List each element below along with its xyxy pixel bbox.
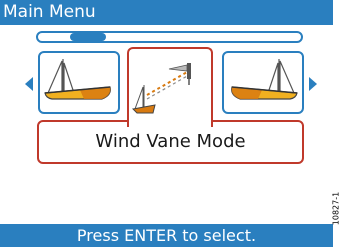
page-title: Main Menu bbox=[3, 2, 96, 22]
triangle-left-icon[interactable] bbox=[25, 77, 33, 91]
selected-item-label: Wind Vane Mode bbox=[95, 131, 246, 152]
status-bar: Press ENTER to select. bbox=[0, 224, 333, 247]
menu-scroll-thumb bbox=[70, 33, 106, 41]
menu-scroll-indicator bbox=[36, 31, 303, 43]
wind-vane-icon bbox=[131, 63, 191, 114]
figure-code: 10827-1 bbox=[331, 170, 339, 247]
device-screen: Main Menu Wind Vane Mode Press ENTER to … bbox=[0, 0, 333, 247]
triangle-right-icon[interactable] bbox=[309, 77, 317, 91]
status-hint: Press ENTER to select. bbox=[76, 226, 257, 245]
selection-connector bbox=[129, 119, 211, 123]
menu-item-previous[interactable] bbox=[38, 51, 120, 114]
figure-code-label: 10827-1 bbox=[331, 191, 339, 226]
boat-pointing-right-icon bbox=[231, 59, 298, 100]
title-bar: Main Menu bbox=[0, 0, 333, 25]
boat-pointing-left-icon bbox=[44, 59, 111, 100]
menu-item-selected[interactable] bbox=[127, 47, 213, 127]
menu-item-next[interactable] bbox=[222, 51, 304, 114]
